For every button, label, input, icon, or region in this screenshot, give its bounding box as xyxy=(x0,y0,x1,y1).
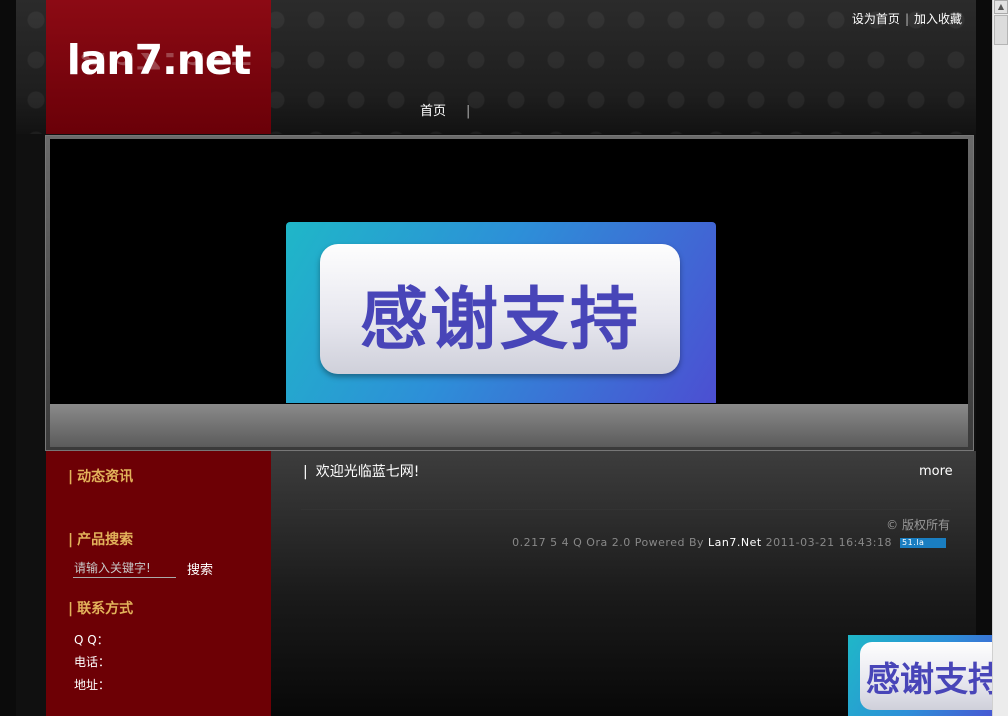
search-title: | 产品搜索 xyxy=(68,529,133,549)
title-bar: | xyxy=(68,469,74,485)
welcome-heading: | 欢迎光临蓝七网! xyxy=(303,461,419,481)
stat-badge[interactable]: 51.la xyxy=(900,538,946,548)
banner-image-pill: 感谢支持 xyxy=(320,244,680,374)
contact-phone: 电话： xyxy=(74,655,111,669)
powered-prefix: 0.217 5 4 Q Ora 2.0 Powered By xyxy=(512,536,705,549)
set-homepage-link[interactable]: 设为首页 xyxy=(852,12,900,26)
contact-title-text: 联系方式 xyxy=(77,601,134,617)
banner-image[interactable]: 感谢支持 xyxy=(286,222,716,403)
powered-brand-link[interactable]: Lan7.Net xyxy=(708,536,762,549)
search-input[interactable] xyxy=(73,559,176,578)
top-links: 设为首页 | 加入收藏 xyxy=(852,10,962,27)
floating-ad-pill: 感谢支持 xyxy=(860,642,1008,710)
title-bar: | xyxy=(68,532,74,548)
top-links-separator: | xyxy=(904,12,909,26)
contact-qq: Q Q： xyxy=(74,633,109,647)
more-link[interactable]: more xyxy=(919,464,953,479)
divider xyxy=(301,509,951,510)
site-header: lan7.net lan7.net 设为首页 | 加入收藏 首页 | xyxy=(16,0,976,134)
scroll-up-arrow-icon[interactable]: ▲ xyxy=(994,0,1008,14)
news-title-text: 动态资讯 xyxy=(77,469,134,485)
contact-title: | 联系方式 xyxy=(68,598,133,618)
page-right-edge xyxy=(976,0,992,716)
banner-footer-bar xyxy=(50,404,968,447)
search-button[interactable]: 搜索 xyxy=(187,559,213,578)
copyright: © 版权所有 xyxy=(886,518,950,532)
floating-ad[interactable]: 感谢支持 xyxy=(848,635,1008,716)
news-title[interactable]: | 动态资讯 xyxy=(68,466,133,486)
add-favorite-link[interactable]: 加入收藏 xyxy=(914,12,962,26)
title-bar: | xyxy=(68,601,74,617)
nav-item-home[interactable]: 首页 xyxy=(420,104,446,119)
scroll-thumb[interactable] xyxy=(994,15,1008,45)
powered-time: 2011-03-21 16:43:18 xyxy=(765,536,892,549)
search-title-text: 产品搜索 xyxy=(77,532,134,548)
powered-by: 0.217 5 4 Q Ora 2.0 Powered By Lan7.Net … xyxy=(512,536,946,549)
sidebar: |动态资讯 |产品搜索 搜索 |联系方式 Q Q： 电话： 地址： xyxy=(46,451,271,716)
main-nav: 首页 | xyxy=(420,100,470,119)
floating-ad-text: 感谢支持 xyxy=(866,660,1002,700)
page-left-edge xyxy=(0,0,16,716)
welcome-bar: | xyxy=(303,464,308,480)
banner-image-text: 感谢支持 xyxy=(359,281,640,360)
logo[interactable]: lan7.net lan7.net xyxy=(46,0,271,134)
vertical-scrollbar[interactable]: ▲ xyxy=(992,0,1008,716)
logo-reflection: lan7.net xyxy=(66,47,251,74)
nav-separator: | xyxy=(466,104,471,119)
welcome-text: 欢迎光临蓝七网! xyxy=(315,464,420,480)
contact-address: 地址： xyxy=(74,678,111,692)
